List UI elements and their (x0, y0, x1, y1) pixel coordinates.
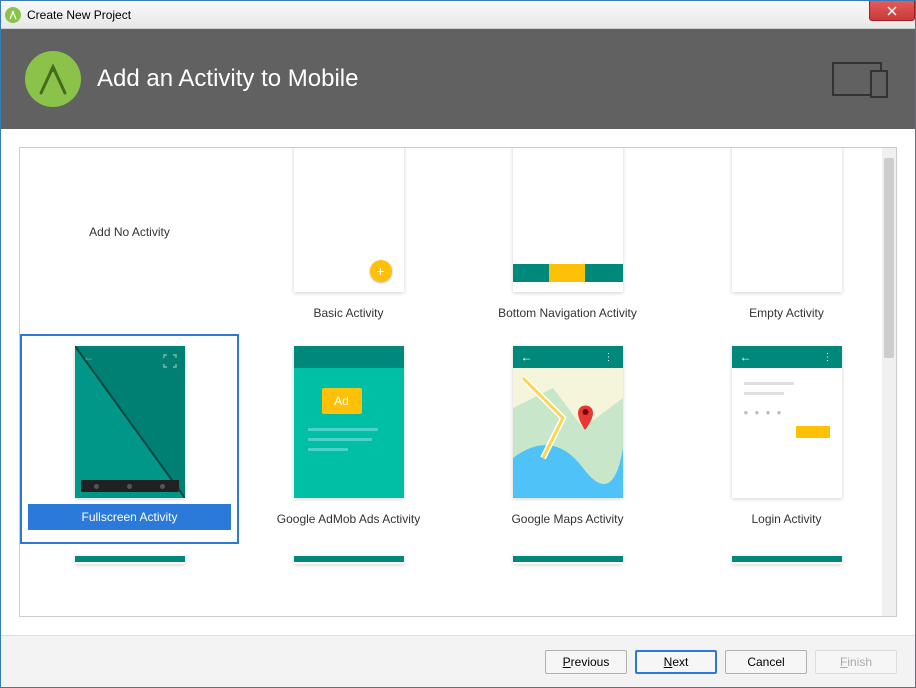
template-peek-1[interactable] (20, 544, 239, 578)
cancel-button[interactable]: Cancel (725, 650, 807, 674)
template-label: Fullscreen Activity (28, 504, 231, 530)
template-fullscreen-activity[interactable]: ← Fullscreen A (20, 334, 239, 544)
android-studio-icon (5, 7, 21, 23)
more-icon: ⋮ (604, 352, 615, 363)
template-bottom-navigation-activity[interactable]: Bottom Navigation Activity (458, 148, 677, 334)
template-label: Basic Activity (313, 306, 383, 320)
ad-badge: Ad (322, 388, 362, 414)
titlebar: Create New Project (1, 1, 915, 29)
template-label: Empty Activity (749, 306, 824, 320)
template-peek-2[interactable] (239, 544, 458, 578)
scrollbar[interactable] (882, 148, 896, 616)
template-thumbnail (732, 147, 842, 292)
template-add-no-activity[interactable]: Add No Activity (20, 148, 239, 328)
template-thumbnail: ← (75, 346, 185, 498)
template-label: Google AdMob Ads Activity (277, 512, 420, 526)
template-google-maps-activity[interactable]: ← ⋮ Google Maps Activ (458, 334, 677, 544)
wizard-footer: Previous Next Cancel Finish (1, 635, 915, 687)
more-icon: ⋮ (823, 352, 834, 363)
template-thumbnail: ← ⋮ ● ● ● ● (732, 346, 842, 498)
template-thumbnail: + (294, 147, 404, 292)
finish-button: Finish (815, 650, 897, 674)
template-thumbnail (513, 556, 623, 564)
template-thumbnail (732, 556, 842, 564)
back-arrow-icon: ← (740, 350, 752, 364)
back-arrow-icon: ← (521, 350, 533, 364)
device-icon (831, 59, 891, 99)
template-thumbnail: Ad (294, 346, 404, 498)
template-gallery: Add No Activity + Basic Activity Bottom … (19, 147, 897, 617)
template-login-activity[interactable]: ← ⋮ ● ● ● ● Login Activity (677, 334, 896, 544)
template-thumbnail: ← ⋮ (513, 346, 623, 498)
close-icon (887, 6, 897, 16)
previous-button[interactable]: Previous (545, 650, 627, 674)
template-peek-3[interactable] (458, 544, 677, 578)
dialog-window: Create New Project Add an Activity to Mo… (0, 0, 916, 688)
wizard-header: Add an Activity to Mobile (1, 29, 915, 129)
content-area: Add No Activity + Basic Activity Bottom … (1, 129, 915, 635)
template-label: Bottom Navigation Activity (498, 306, 637, 320)
android-studio-logo-icon (25, 51, 81, 107)
fab-icon: + (370, 260, 392, 282)
template-thumbnail (513, 147, 623, 292)
template-label: Google Maps Activity (511, 512, 623, 526)
template-empty-activity[interactable]: Empty Activity (677, 148, 896, 334)
template-thumbnail (75, 556, 185, 564)
template-label: Login Activity (751, 512, 821, 526)
window-title: Create New Project (27, 8, 131, 22)
scrollbar-thumb[interactable] (884, 158, 894, 358)
template-thumbnail (294, 556, 404, 564)
wizard-step-title: Add an Activity to Mobile (97, 65, 358, 93)
template-basic-activity[interactable]: + Basic Activity (239, 148, 458, 334)
template-google-admob-ads-activity[interactable]: Ad Google AdMob Ads Activity (239, 334, 458, 544)
close-button[interactable] (869, 1, 915, 21)
template-peek-4[interactable] (677, 544, 896, 578)
template-label: Add No Activity (89, 225, 170, 239)
next-button[interactable]: Next (635, 650, 717, 674)
